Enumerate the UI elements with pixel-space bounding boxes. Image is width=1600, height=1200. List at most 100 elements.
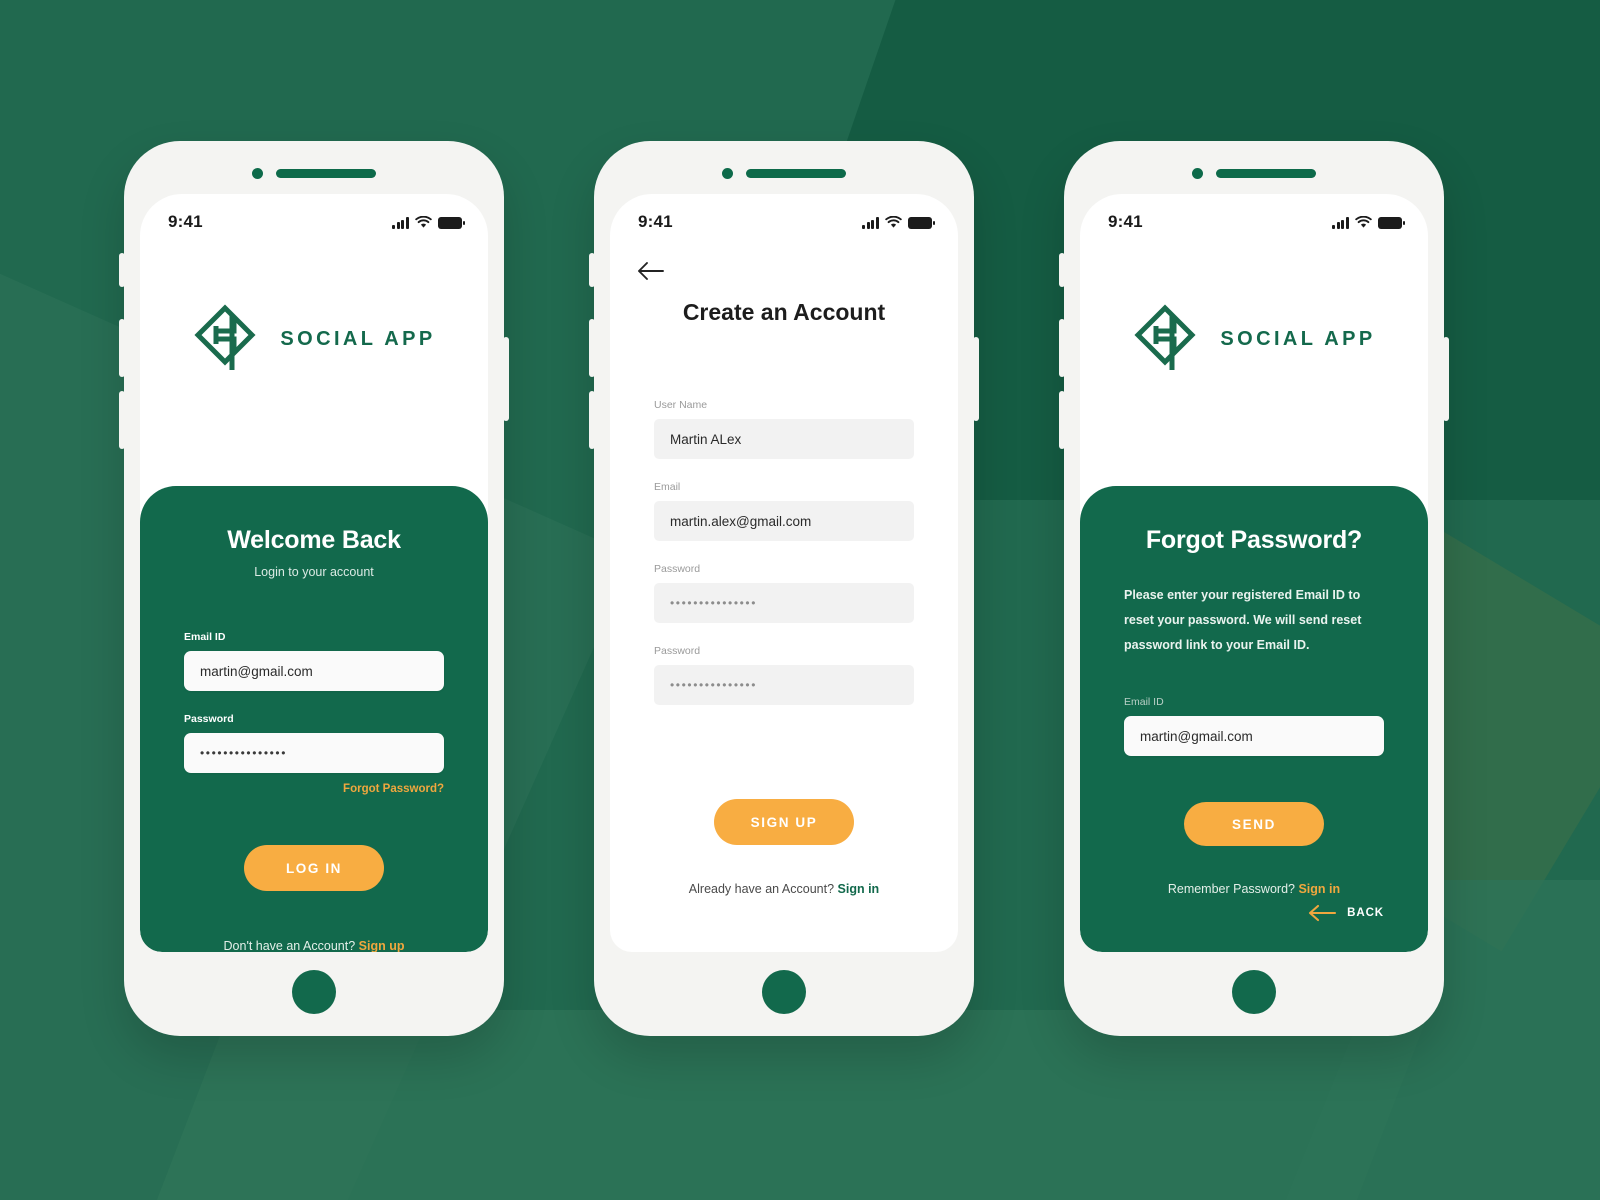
arrow-left-icon[interactable] [636,256,666,286]
volume-up-button[interactable] [119,319,125,377]
confirm-password-masked-value: ••••••••••••••• [670,678,758,692]
password-masked-value: ••••••••••••••• [200,746,288,760]
silent-switch[interactable] [589,253,595,287]
earpiece-speaker [746,169,846,178]
phone-earpiece-area [594,168,974,179]
screen-signup: 9:41 Create an Account User Name Martin … [610,194,958,952]
back-label: BACK [1347,907,1384,919]
field-label-confirm-password: Password [654,645,701,657]
status-bar-time: 9:41 [168,212,203,231]
field-label-email: Email [654,481,681,493]
signin-link[interactable]: Sign in [1298,882,1340,896]
password-input[interactable]: ••••••••••••••• [184,733,444,773]
silent-switch[interactable] [119,253,125,287]
status-bar-icons [862,215,935,229]
cellular-signal-icon [392,217,409,229]
login-button[interactable]: LOG IN [244,845,384,891]
phone-earpiece-area [1064,168,1444,179]
wifi-icon [885,215,902,228]
brand-wordmark: SOCIAL APP [1220,327,1376,350]
signup-link[interactable]: Sign up [359,939,405,952]
send-button[interactable]: SEND [1184,802,1324,846]
mockup-canvas: 9:41 SOCIAL APP Welcome Back Login to yo… [0,0,1600,1200]
field-email: Email martin.alex@gmail.com [654,481,914,541]
power-button[interactable] [503,337,509,421]
home-button[interactable] [292,970,336,1014]
forgot-password-link[interactable]: Forgot Password? [184,783,444,795]
status-bar-icons [392,215,465,229]
power-button[interactable] [973,337,979,421]
password-masked-value: ••••••••••••••• [670,596,758,610]
status-bar: 9:41 [610,194,958,238]
field-label-password: Password [654,563,701,575]
login-sheet: Welcome Back Login to your account Email… [140,486,488,952]
front-camera-icon [252,168,263,179]
status-bar: 9:41 [140,194,488,238]
volume-up-button[interactable] [1059,319,1065,377]
power-button[interactable] [1443,337,1449,421]
status-bar-time: 9:41 [1108,212,1143,231]
email-input[interactable]: martin@gmail.com [184,651,444,691]
signup-prompt-text: Don't have an Account? [223,939,356,952]
volume-down-button[interactable] [1059,391,1065,449]
username-input[interactable]: Martin ALex [654,419,914,459]
signup-form: User Name Martin ALex Email martin.alex@… [654,399,914,705]
instruction-text: Please enter your registered Email ID to… [1124,588,1362,652]
field-email: Email ID martin@gmail.com [184,631,444,691]
arrow-left-icon [1309,904,1337,922]
field-confirm-password: Password ••••••••••••••• [654,645,914,705]
earpiece-speaker [1216,169,1316,178]
battery-icon [1378,216,1405,229]
field-label-email: Email ID [1124,696,1164,708]
wifi-icon [415,215,432,228]
field-label-email: Email ID [184,631,226,643]
phone-earpiece-area [124,168,504,179]
back-link[interactable]: BACK [1307,904,1384,922]
field-password: Password ••••••••••••••• [654,563,914,623]
signin-link[interactable]: Sign in [838,882,880,896]
home-button[interactable] [1232,970,1276,1014]
earpiece-speaker [276,169,376,178]
email-input[interactable]: martin.alex@gmail.com [654,501,914,541]
field-username: User Name Martin ALex [654,399,914,459]
page-title: Create an Account [682,299,886,325]
cellular-signal-icon [862,217,879,229]
brand-logo-row: SOCIAL APP [1080,304,1428,374]
silent-switch[interactable] [1059,253,1065,287]
signup-prompt: Don't have an Account? Sign up [184,939,444,952]
page-title: Welcome Back [227,526,401,554]
interlocking-diamond-logo-icon [194,304,256,370]
page-subtitle: Login to your account [254,565,374,579]
volume-down-button[interactable] [589,391,595,449]
screen-login: 9:41 SOCIAL APP Welcome Back Login to yo… [140,194,488,952]
signin-prompt-text: Already have an Account? [688,882,835,896]
signup-button[interactable]: SIGN UP [714,799,854,845]
phone-mockup-forgot-password: 9:41 SOCIAL APP Forgot Password? Please … [1059,141,1449,1036]
cellular-signal-icon [1332,217,1349,229]
screen-forgot-password: 9:41 SOCIAL APP Forgot Password? Please … [1080,194,1428,952]
phone-mockup-login: 9:41 SOCIAL APP Welcome Back Login to yo… [119,141,509,1036]
phone-mockup-signup: 9:41 Create an Account User Name Martin … [589,141,979,1036]
volume-up-button[interactable] [589,319,595,377]
confirm-password-input[interactable]: ••••••••••••••• [654,665,914,705]
volume-down-button[interactable] [119,391,125,449]
signin-prompt: Already have an Account? Sign in [610,882,958,896]
battery-icon [438,216,465,229]
wifi-icon [1355,215,1372,228]
status-bar: 9:41 [1080,194,1428,238]
battery-icon [908,216,935,229]
interlocking-diamond-logo-icon [1134,304,1196,370]
brand-wordmark: SOCIAL APP [280,327,436,350]
field-email: Email ID martin@gmail.com [1124,696,1384,756]
background-shape-bottom [30,1010,1430,1200]
front-camera-icon [1192,168,1203,179]
field-label-username: User Name [654,399,708,411]
field-password: Password ••••••••••••••• [184,713,444,773]
home-button[interactable] [762,970,806,1014]
signin-prompt-text: Remember Password? [1167,882,1295,896]
email-input[interactable]: martin@gmail.com [1124,716,1384,756]
signin-prompt: Remember Password? Sign in [1124,882,1384,896]
password-input[interactable]: ••••••••••••••• [654,583,914,623]
front-camera-icon [722,168,733,179]
field-label-password: Password [184,713,234,725]
